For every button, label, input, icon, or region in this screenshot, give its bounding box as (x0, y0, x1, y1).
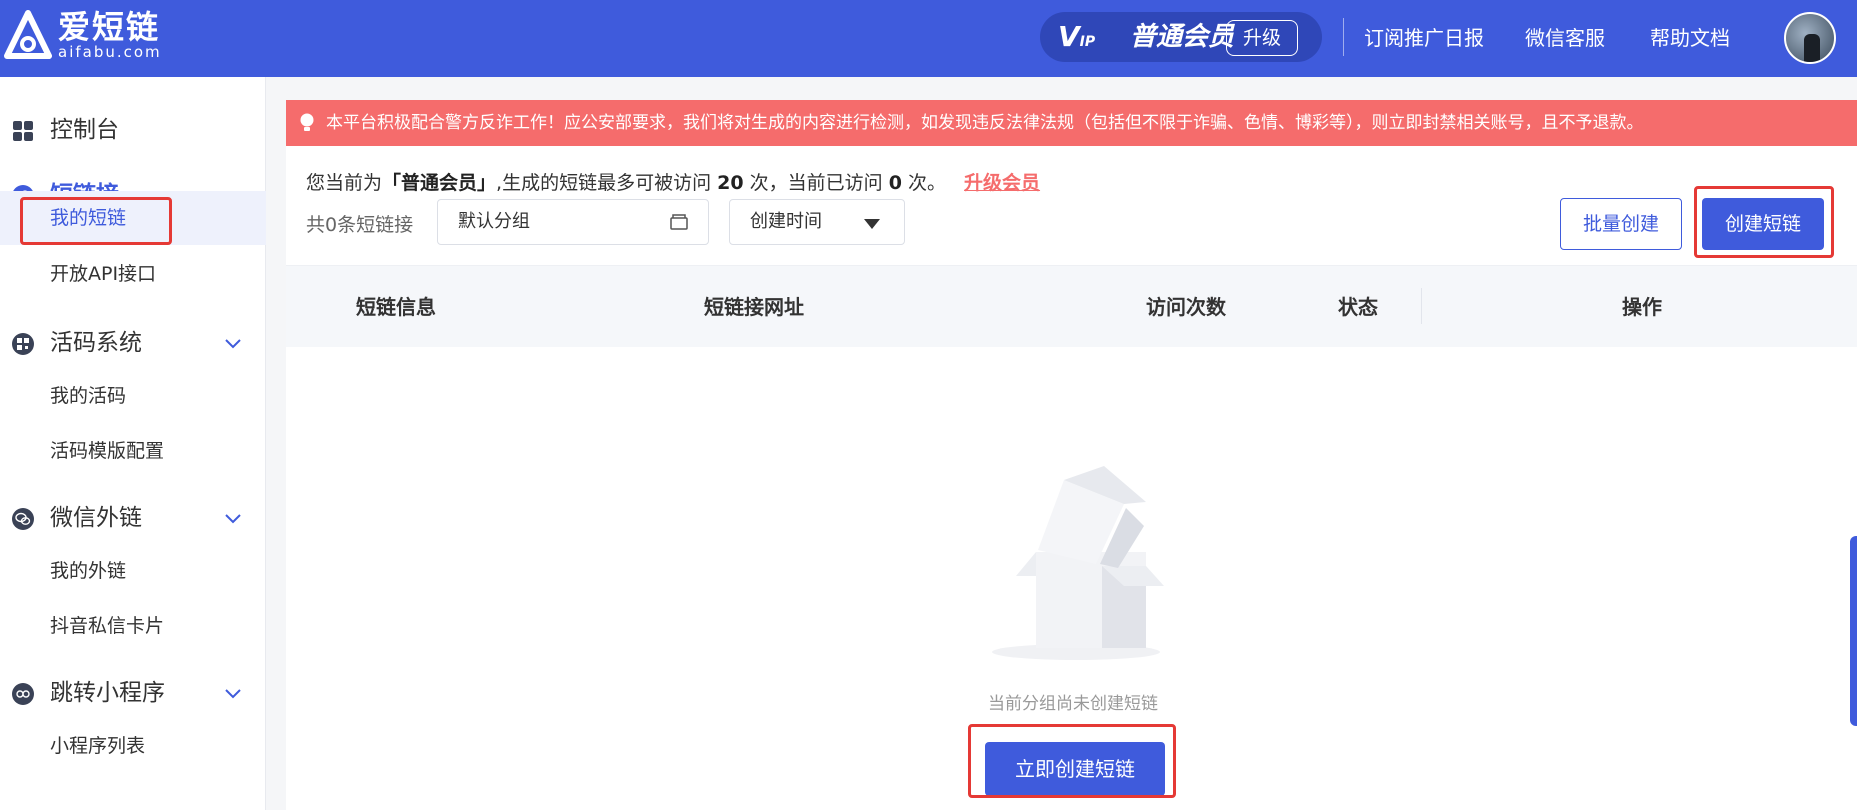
batch-create-button[interactable]: 批量创建 (1560, 198, 1682, 250)
logo-mark-icon (4, 10, 52, 59)
group-select[interactable]: 默认分组 (437, 199, 709, 245)
help-docs-link[interactable]: 帮助文档 (1650, 24, 1730, 52)
wechat-support-link[interactable]: 微信客服 (1525, 24, 1605, 52)
notice-text: 本平台积极配合警方反诈工作！应公安部要求，我们将对生成的内容进行检测，如发现违反… (326, 113, 1644, 133)
header-divider (1343, 18, 1344, 56)
sidebar-item-my-livecode[interactable]: 我的活码 (0, 369, 266, 423)
column-header: 短链信息 (356, 295, 436, 319)
sort-select[interactable]: 创建时间 (729, 199, 905, 245)
lightbulb-icon (300, 113, 314, 131)
highlight-box (1694, 186, 1834, 258)
highlight-box (968, 724, 1176, 798)
column-header: 状态 (1338, 295, 1378, 319)
sidebar-item-label: 跳转小程序 (50, 680, 165, 706)
empty-box-illustration (992, 466, 1164, 660)
link-count: 共0条短链接 (306, 214, 414, 236)
column-header: 短链接网址 (704, 295, 804, 319)
sidebar-item-livecode[interactable]: 活码系统 (0, 318, 266, 368)
main-panel: 您当前为「普通会员」,生成的短链最多可被访问 20 次，当前已访问 0 次。 升… (286, 146, 1857, 810)
caret-down-icon (864, 219, 880, 229)
sidebar-subitem-label: 我的外链 (50, 560, 127, 582)
sidebar-item-miniprogram[interactable]: 跳转小程序 (0, 668, 266, 718)
table-header: 短链信息 短链接网址 访问次数 状态 操作 (286, 265, 1857, 347)
upgrade-member-link[interactable]: 升级会员 (964, 172, 1040, 194)
subscribe-report-link[interactable]: 订阅推广日报 (1364, 24, 1484, 52)
sidebar-subitem-label: 开放API接口 (50, 263, 157, 285)
empty-state-text: 当前分组尚未创建短链 (988, 694, 1158, 714)
avatar[interactable] (1784, 12, 1836, 64)
sidebar-item-dashboard[interactable]: 控制台 (0, 105, 266, 155)
upgrade-button[interactable]: 升级 (1226, 20, 1298, 56)
column-header: 访问次数 (1146, 295, 1226, 319)
sidebar-subitem-label: 活码模版配置 (50, 440, 165, 462)
sidebar-item-wechat-links[interactable]: 微信外链 (0, 493, 266, 543)
logo-domain: aifabu.com (58, 43, 162, 61)
sidebar-item-label: 活码系统 (50, 330, 142, 356)
column-divider (1421, 288, 1422, 324)
anti-fraud-notice: 本平台积极配合警方反诈工作！应公安部要求，我们将对生成的内容进行检测，如发现违反… (286, 100, 1857, 146)
highlight-box (20, 197, 172, 245)
vip-icon: VIP (1058, 20, 1096, 53)
sidebar-item-my-wechat-links[interactable]: 我的外链 (0, 544, 266, 598)
sidebar-subitem-label: 我的活码 (50, 385, 127, 407)
chevron-down-icon (225, 339, 241, 349)
sidebar: 控制台 短链接 我的短链 开放API接口 活码系统 我的活码 活码模版配置 (0, 77, 266, 810)
chevron-down-icon (225, 689, 241, 699)
sidebar-subitem-label: 抖音私信卡片 (50, 615, 165, 637)
top-header: 爱短链 aifabu.com VIP 普通会员 升级 订阅推广日报 微信客服 帮… (0, 0, 1857, 77)
logo-title: 爱短链 (58, 8, 161, 46)
chevron-down-icon (225, 514, 241, 524)
sidebar-item-open-api[interactable]: 开放API接口 (0, 247, 266, 301)
member-level: 普通会员 (1130, 22, 1235, 52)
sidebar-subitem-label: 小程序列表 (50, 735, 146, 757)
dashboard-icon (13, 121, 33, 141)
member-status: VIP 普通会员 升级 (1040, 12, 1322, 62)
floating-side-tab[interactable] (1850, 536, 1857, 726)
miniprogram-icon (12, 683, 34, 705)
column-header: 操作 (1622, 295, 1662, 319)
qrcode-icon (12, 333, 34, 355)
sidebar-item-miniprogram-list[interactable]: 小程序列表 (0, 719, 266, 773)
sidebar-item-livecode-template[interactable]: 活码模版配置 (0, 424, 266, 478)
folder-icon (670, 214, 688, 230)
wechat-icon (12, 508, 34, 530)
sidebar-item-label: 微信外链 (50, 505, 142, 531)
sidebar-item-label: 控制台 (50, 117, 119, 143)
sidebar-item-douyin-card[interactable]: 抖音私信卡片 (0, 599, 266, 653)
quota-info: 您当前为「普通会员」,生成的短链最多可被访问 20 次，当前已访问 0 次。 升… (306, 172, 1041, 194)
logo[interactable]: 爱短链 aifabu.com (4, 10, 162, 60)
